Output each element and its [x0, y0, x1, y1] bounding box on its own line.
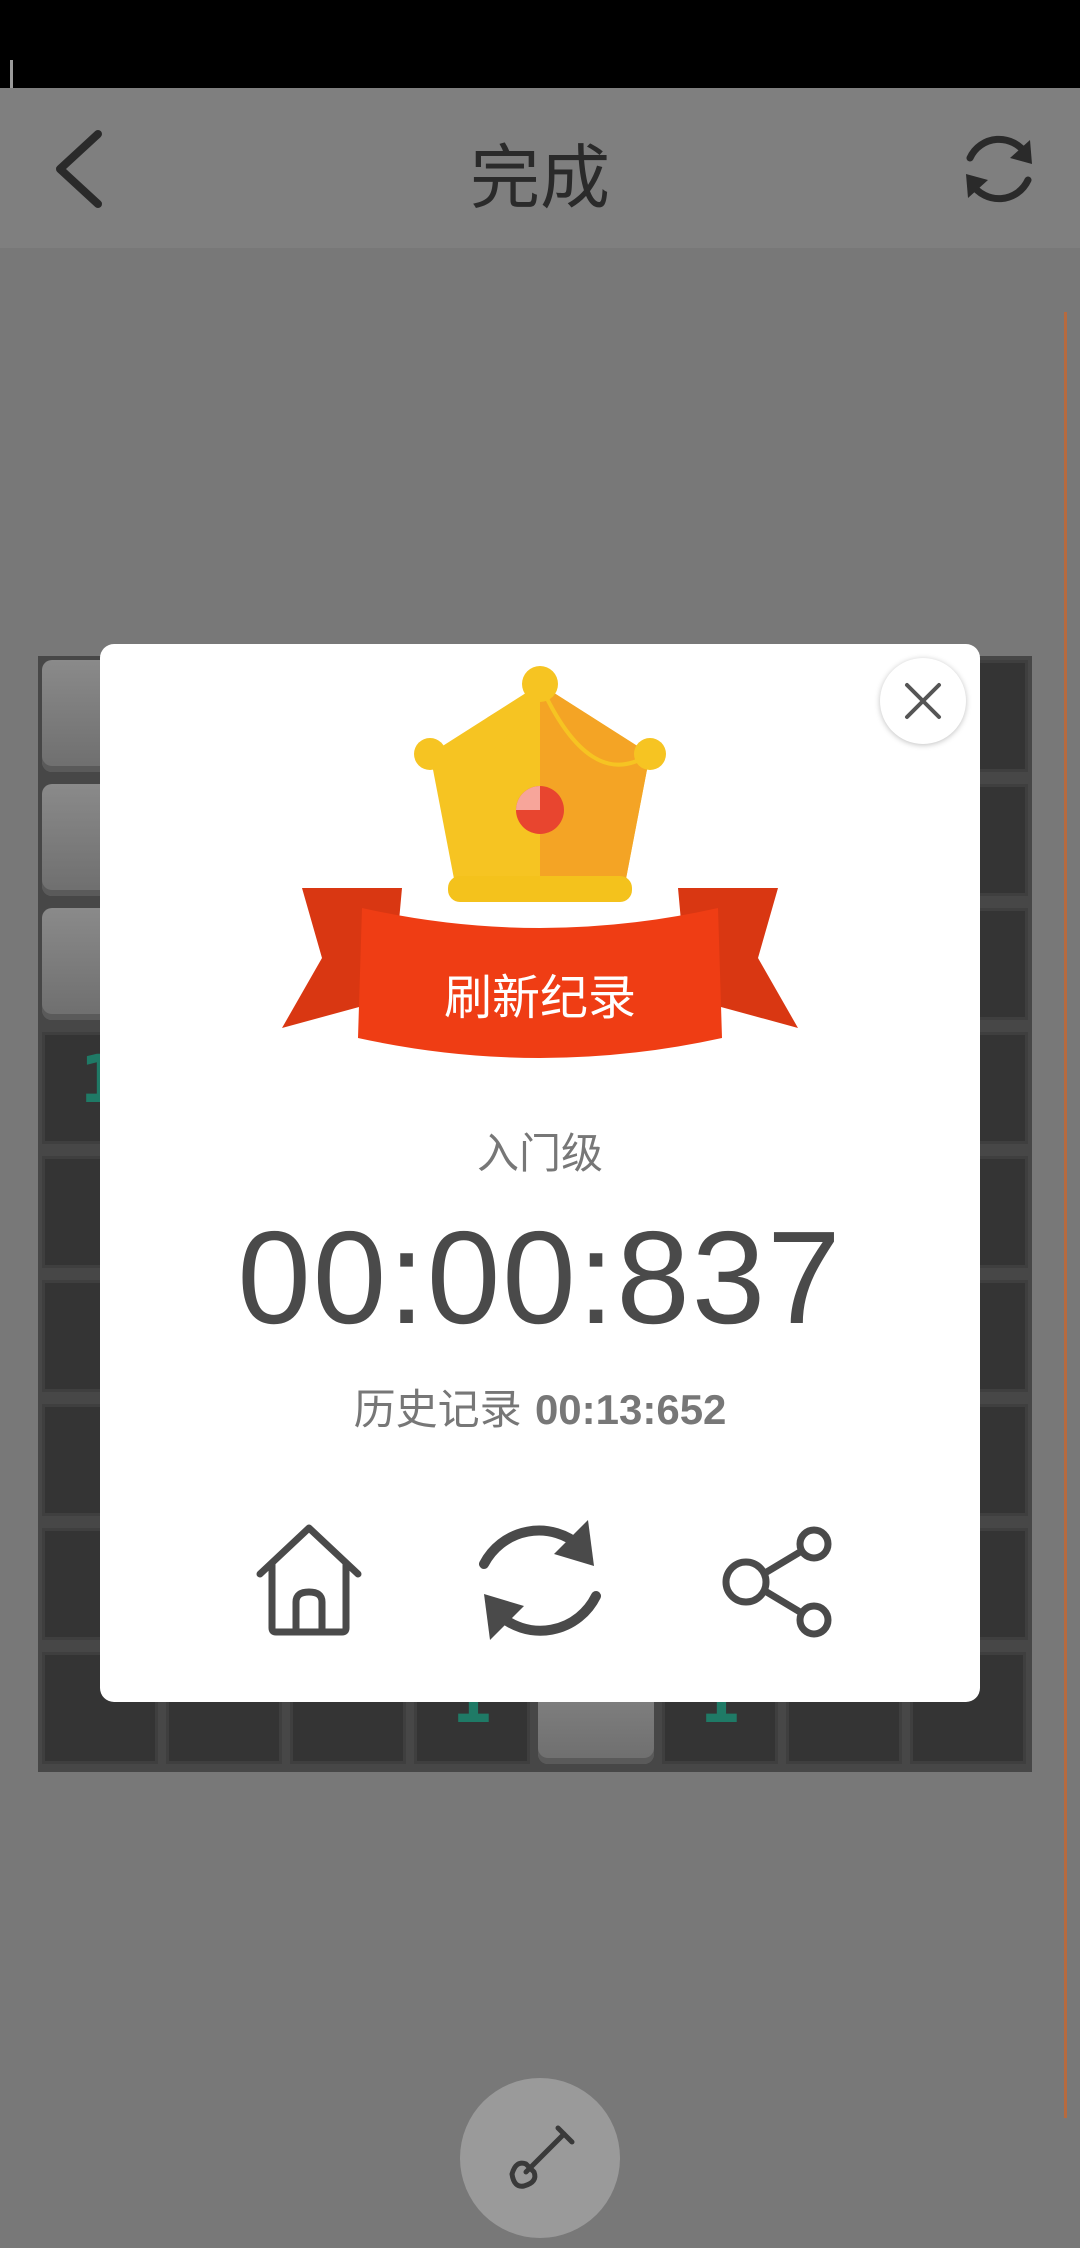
- shovel-icon: [509, 2125, 575, 2189]
- history-label: 历史记录: [353, 1385, 522, 1434]
- record-badge-text: 刷新纪录: [443, 970, 636, 1026]
- dig-mode-button[interactable]: [460, 2078, 620, 2238]
- page-title: 完成: [470, 137, 610, 219]
- difficulty-label: 入门级: [476, 1129, 603, 1178]
- refresh-icon: [966, 135, 1032, 203]
- close-button[interactable]: [880, 658, 966, 744]
- home-button[interactable]: [250, 1520, 368, 1638]
- share-button[interactable]: [720, 1524, 838, 1642]
- app-bar: 完成: [0, 88, 1080, 248]
- close-icon: [905, 683, 941, 719]
- crown-icon: [414, 666, 666, 902]
- restart-button[interactable]: [956, 126, 1042, 212]
- status-bar: [0, 0, 1080, 88]
- share-icon: [722, 1526, 832, 1638]
- time-result: 00:00:837: [237, 1204, 843, 1351]
- retry-button[interactable]: [462, 1502, 618, 1658]
- history-value: 00:13:652: [534, 1386, 727, 1433]
- progress-indicator: [1064, 312, 1067, 2118]
- home-icon: [256, 1524, 362, 1636]
- refresh-icon: [479, 1520, 601, 1640]
- history-record: 历史记录 00:13:652: [100, 1376, 980, 1437]
